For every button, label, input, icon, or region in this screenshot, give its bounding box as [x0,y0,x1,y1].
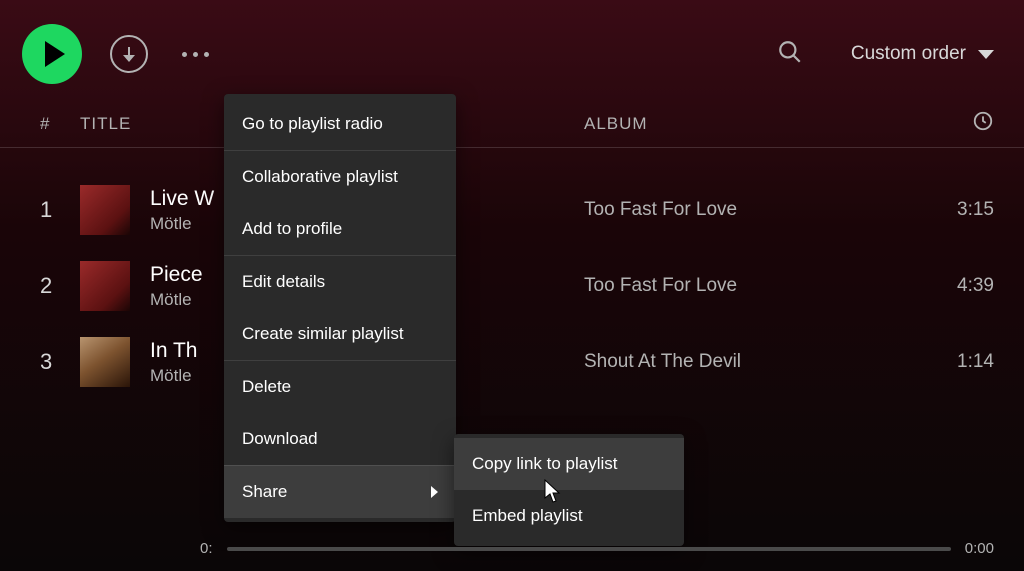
chevron-right-icon [431,486,438,498]
sort-dropdown[interactable]: Custom order [851,43,994,65]
track-album: Shout At The Devil [584,351,924,373]
menu-add-to-profile[interactable]: Add to profile [224,203,456,255]
column-duration [924,110,994,137]
submenu-copy-link[interactable]: Copy link to playlist [454,438,684,490]
menu-collaborative[interactable]: Collaborative playlist [224,150,456,203]
album-art [80,337,130,387]
track-table-header: # TITLE ALBUM [0,100,1024,148]
album-art [80,185,130,235]
progress-slider[interactable] [227,547,951,551]
track-album: Too Fast For Love [584,199,924,221]
download-button[interactable] [110,35,148,73]
track-list: 1 Live W Mötle Too Fast For Love 3:15 2 … [0,148,1024,400]
download-icon [128,47,130,61]
track-row[interactable]: 3 In Th Mötle Shout At The Devil 1:14 [0,324,1024,400]
album-art [80,261,130,311]
menu-create-similar[interactable]: Create similar playlist [224,308,456,360]
chevron-down-icon [978,50,994,59]
playback-bar: 0: 0:00 [0,540,1024,557]
share-submenu: Copy link to playlist Embed playlist [454,434,684,546]
track-album: Too Fast For Love [584,275,924,297]
menu-delete[interactable]: Delete [224,360,456,413]
playlist-context-menu: Go to playlist radio Collaborative playl… [224,94,456,522]
track-row[interactable]: 1 Live W Mötle Too Fast For Love 3:15 [0,172,1024,248]
playlist-toolbar: Custom order [0,0,1024,100]
menu-playlist-radio[interactable]: Go to playlist radio [224,98,456,150]
track-number: 2 [40,273,80,299]
track-duration: 3:15 [924,199,994,221]
search-button[interactable] [777,39,803,70]
track-duration: 1:14 [924,351,994,373]
track-duration: 4:39 [924,275,994,297]
submenu-embed[interactable]: Embed playlist [454,490,684,542]
menu-edit-details[interactable]: Edit details [224,255,456,308]
clock-icon [972,110,994,137]
track-number: 1 [40,197,80,223]
track-row[interactable]: 2 Piece Mötle Too Fast For Love 4:39 [0,248,1024,324]
track-number: 3 [40,349,80,375]
sort-label: Custom order [851,43,966,65]
playback-current-time: 0: [200,540,213,557]
more-options-button[interactable] [182,52,209,57]
column-number: # [40,114,80,134]
menu-share[interactable]: Share [224,465,456,518]
search-icon [777,39,803,65]
play-button[interactable] [22,24,82,84]
play-icon [45,41,65,67]
playback-total-time: 0:00 [965,540,994,557]
menu-download[interactable]: Download [224,413,456,465]
menu-share-label: Share [242,482,287,502]
column-album: ALBUM [584,114,924,134]
